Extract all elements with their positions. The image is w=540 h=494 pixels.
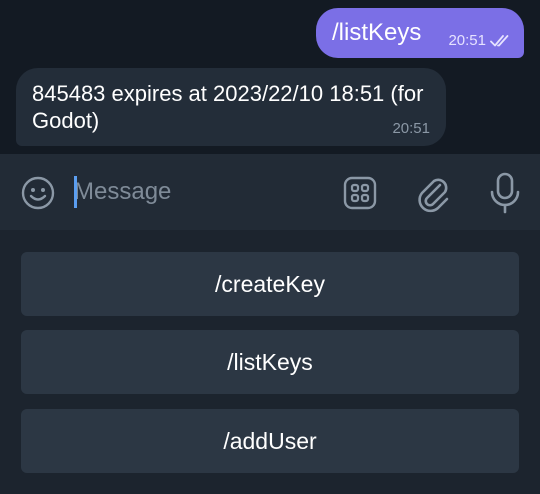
bot-keyboard-button[interactable] — [342, 175, 378, 211]
keyboard-button-listkeys[interactable]: /listKeys — [21, 330, 519, 394]
chat-history: /listKeys 20:51 845483 expires at 2023/2… — [0, 0, 540, 154]
microphone-icon — [490, 172, 520, 214]
text-caret — [74, 176, 77, 208]
message-composer — [0, 154, 540, 230]
keyboard-button-createkey[interactable]: /createKey — [21, 252, 519, 316]
emoji-icon — [21, 176, 55, 210]
outgoing-message-text: /listKeys — [332, 19, 422, 46]
bot-reply-keyboard: /createKey /listKeys /addUser — [0, 230, 540, 494]
outgoing-message[interactable]: /listKeys 20:51 — [316, 8, 524, 58]
outgoing-message-meta: 20:51 — [448, 32, 512, 49]
attach-icon — [418, 178, 449, 213]
outgoing-message-time: 20:51 — [448, 32, 486, 49]
double-check-icon — [490, 34, 509, 46]
incoming-message-time: 20:51 — [392, 120, 430, 137]
voice-record-button[interactable] — [487, 171, 523, 215]
message-input[interactable] — [74, 174, 324, 210]
keyboard-button-adduser[interactable]: /addUser — [21, 409, 519, 473]
bot-keyboard-icon — [343, 176, 377, 210]
attach-button[interactable] — [414, 173, 452, 213]
incoming-message-text: 845483 expires at 2023/22/10 18:51 (for … — [32, 81, 424, 133]
emoji-button[interactable] — [20, 175, 56, 211]
incoming-message[interactable]: 845483 expires at 2023/22/10 18:51 (for … — [16, 68, 446, 146]
